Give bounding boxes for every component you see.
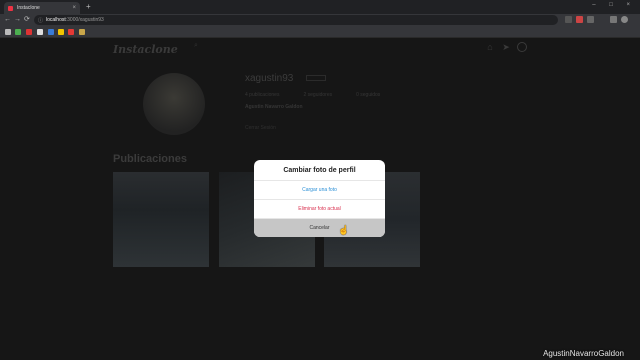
tab-title: Instaclone: [17, 5, 40, 11]
forward-button[interactable]: →: [14, 15, 21, 25]
profile-avatar-icon[interactable]: [621, 16, 628, 23]
profile-picture[interactable]: [143, 73, 205, 135]
bookmark-icon[interactable]: [68, 29, 74, 35]
stat-following[interactable]: 0 seguidos: [356, 92, 380, 98]
bookmarks-bar: [0, 26, 640, 38]
modal-title: Cambiar foto de perfil: [254, 160, 385, 181]
bookmark-icon[interactable]: [37, 29, 43, 35]
info-icon[interactable]: ⓘ: [38, 17, 43, 24]
bookmark-icon[interactable]: [26, 29, 32, 35]
browser-tab[interactable]: Instaclone ×: [4, 2, 80, 14]
extensions-puzzle-icon[interactable]: [610, 16, 617, 23]
cancel-button[interactable]: Cancelar: [254, 219, 385, 237]
tab-close-icon[interactable]: ×: [72, 5, 76, 11]
search-icon[interactable]: ⌕: [194, 42, 198, 50]
publications-title: Publicaciones: [113, 153, 187, 165]
change-avatar-modal: Cambiar foto de perfil Cargar una foto E…: [254, 160, 385, 237]
tab-favicon-icon: [8, 5, 13, 11]
profile-full-name: Agustin Navarro Galdon: [245, 104, 303, 110]
bookmark-folder-icon[interactable]: [79, 29, 85, 35]
home-icon[interactable]: ⌂: [485, 42, 495, 52]
new-tab-button[interactable]: +: [86, 2, 91, 12]
publication-thumbnail[interactable]: [113, 172, 209, 267]
bookmark-icon[interactable]: [48, 29, 54, 35]
reload-button[interactable]: ⟳: [24, 15, 30, 25]
upload-photo-button[interactable]: Cargar una foto: [254, 181, 385, 200]
profile-username: xagustin93: [245, 73, 294, 84]
url-host: localhost: [46, 17, 66, 23]
hand-cursor-icon: ☝: [338, 225, 350, 235]
url-path: :3000/xagustin93: [65, 17, 104, 23]
edit-profile-button[interactable]: [306, 75, 326, 81]
browser-tabbar: Instaclone × + – □ ×: [0, 0, 640, 14]
send-icon[interactable]: ➤: [501, 42, 511, 52]
back-button[interactable]: ←: [4, 15, 11, 25]
extension-icon[interactable]: [587, 16, 594, 23]
extension-icon[interactable]: [565, 16, 572, 23]
browser-toolbar: ← → ⟳ ⓘ localhost :3000/xagustin93: [0, 14, 640, 26]
watermark: AgustinNavarroGaldon: [543, 349, 624, 358]
delete-photo-button[interactable]: Eliminar foto actual: [254, 200, 385, 219]
header-actions: ⌂ ➤: [485, 42, 527, 52]
user-avatar-icon[interactable]: [517, 42, 527, 52]
logout-link[interactable]: Cerrar Sesión: [245, 125, 276, 131]
address-bar[interactable]: ⓘ localhost :3000/xagustin93: [34, 15, 558, 25]
profile-stats: 4 publicaciones 2 seguidores 0 seguidos: [245, 92, 380, 98]
bookmark-icon[interactable]: [58, 29, 64, 35]
stat-followers[interactable]: 2 seguidores: [303, 92, 332, 98]
bookmark-icon[interactable]: [15, 29, 21, 35]
extension-icon[interactable]: [576, 16, 583, 23]
app-logo[interactable]: Instaclone: [113, 43, 178, 56]
bookmark-icon[interactable]: [5, 29, 11, 35]
stat-publications: 4 publicaciones: [245, 92, 280, 98]
window-controls[interactable]: – □ ×: [592, 2, 636, 8]
